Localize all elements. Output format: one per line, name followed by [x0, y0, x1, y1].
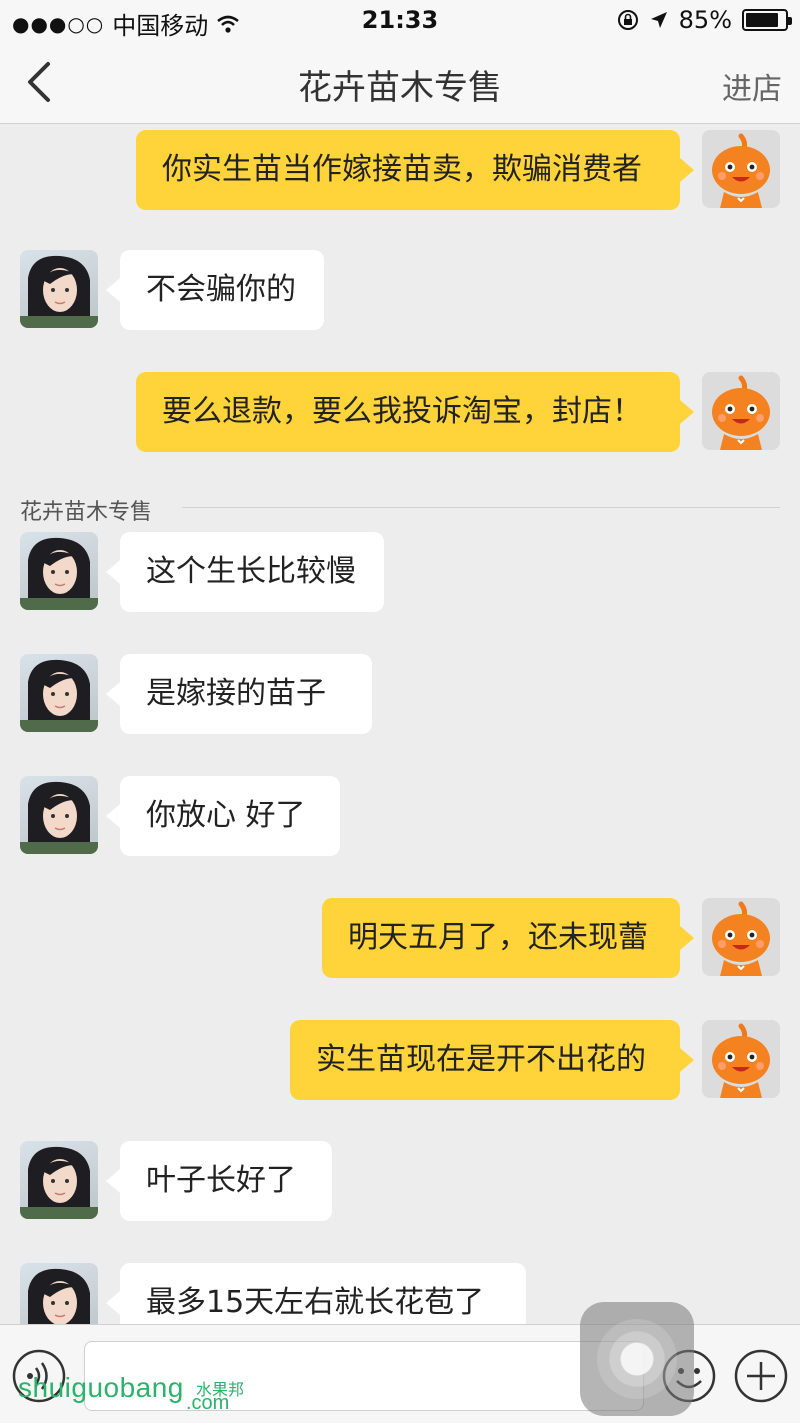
plus-icon[interactable] [734, 1349, 788, 1403]
battery-icon [742, 9, 792, 31]
message-row: 是嫁接的苗子 [0, 654, 800, 736]
watermark-domain: .com [186, 1392, 230, 1414]
buyer-avatar[interactable] [702, 130, 780, 208]
message-row: 不会骗你的 [0, 250, 800, 332]
incoming-message-bubble[interactable]: 是嫁接的苗子 [106, 654, 372, 734]
assistive-touch-icon [597, 1319, 677, 1399]
seller-avatar[interactable] [20, 654, 98, 732]
battery-percent: 85% [678, 6, 732, 34]
status-right: 85% [617, 6, 792, 34]
outgoing-message-bubble[interactable]: 要么退款，要么我投诉淘宝，封店！ [136, 372, 694, 452]
incoming-message-bubble[interactable]: 你放心 好了 [106, 776, 340, 856]
battery-level [746, 13, 779, 27]
seller-avatar[interactable] [20, 1141, 98, 1219]
seller-avatar[interactable] [20, 1263, 98, 1324]
incoming-message-bubble[interactable]: 叶子长好了 [106, 1141, 332, 1221]
sender-divider [182, 507, 780, 508]
buyer-avatar[interactable] [702, 372, 780, 450]
message-row: 你放心 好了 [0, 776, 800, 858]
seller-avatar[interactable] [20, 250, 98, 328]
incoming-message-bubble[interactable]: 不会骗你的 [106, 250, 324, 330]
message-row: 要么退款，要么我投诉淘宝，封店！ [0, 372, 800, 454]
message-row: 你实生苗当作嫁接苗卖，欺骗消费者 [0, 130, 800, 212]
message-row: 明天五月了，还未现蕾 [0, 898, 800, 980]
message-row: 实生苗现在是开不出花的 [0, 1020, 800, 1102]
seller-avatar[interactable] [20, 532, 98, 610]
message-row: 叶子长好了 [0, 1141, 800, 1223]
nav-bar: 花卉苗木专售 进店 [0, 40, 800, 124]
incoming-message-bubble[interactable]: 最多15天左右就长花苞了 [106, 1263, 526, 1324]
chat-area[interactable]: 花卉苗木专售 你实生苗当作嫁接苗卖，欺骗消费者不会骗你的要么退款，要么我投诉淘宝… [0, 124, 800, 1324]
seller-avatar[interactable] [20, 776, 98, 854]
rotation-lock-icon [617, 10, 638, 30]
assistive-touch-button[interactable] [580, 1302, 694, 1416]
outgoing-message-bubble[interactable]: 明天五月了，还未现蕾 [322, 898, 694, 978]
status-bar: ●●●○○ 中国移动 21:33 85% [0, 0, 800, 40]
page-title: 花卉苗木专售 [298, 68, 502, 108]
watermark-text: shuiguobang [18, 1372, 184, 1403]
outgoing-message-bubble[interactable]: 你实生苗当作嫁接苗卖，欺骗消费者 [136, 130, 694, 210]
buyer-avatar[interactable] [702, 1020, 780, 1098]
incoming-message-bubble[interactable]: 这个生长比较慢 [106, 532, 384, 612]
message-row: 这个生长比较慢 [0, 532, 800, 614]
location-arrow-icon [650, 12, 667, 28]
buyer-avatar[interactable] [702, 898, 780, 976]
outgoing-message-bubble[interactable]: 实生苗现在是开不出花的 [290, 1020, 694, 1100]
sender-name-label: 花卉苗木专售 [20, 500, 153, 525]
enter-store-button[interactable]: 进店 [722, 64, 782, 108]
